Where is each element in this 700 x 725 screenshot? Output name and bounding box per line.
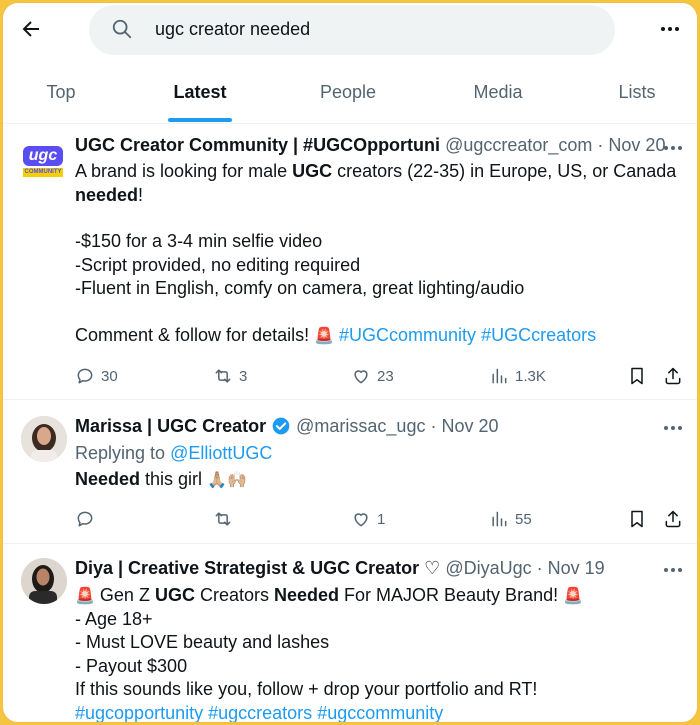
hashtag-ugccreators[interactable]: #ugccreators	[208, 703, 312, 722]
tweet-marissa[interactable]: Marissa | UGC Creator @marissac_ugc · No…	[3, 400, 697, 544]
retweet-button[interactable]: 3	[213, 364, 247, 388]
retweet-icon	[215, 512, 231, 526]
tweet-header: Marissa | UGC Creator @marissac_ugc · No…	[75, 416, 499, 437]
tweet-more-icon[interactable]	[663, 145, 683, 151]
handle[interactable]: @ugccreator_com	[445, 135, 592, 155]
search-query[interactable]: ugc creator needed	[155, 19, 310, 40]
tab-top[interactable]: Top	[21, 65, 101, 123]
siren-emoji: 🚨	[75, 588, 95, 605]
reply-icon	[77, 511, 93, 527]
search-box[interactable]: ugc creator needed	[89, 5, 615, 55]
more-options-icon[interactable]	[658, 17, 682, 41]
logo-text: ugc	[23, 146, 63, 166]
display-name[interactable]: UGC Creator Community | #UGCOpportuni	[75, 135, 440, 155]
top-bar: ugc creator needed	[3, 3, 697, 59]
app-frame: ugc creator needed Top Latest People Med…	[2, 2, 698, 723]
tweet-actions: 1 55	[75, 507, 687, 531]
bookmark-button[interactable]	[627, 507, 647, 531]
tweet-more-icon[interactable]	[663, 425, 683, 431]
tweet-diya[interactable]: Diya | Creative Strategist & UGC Creator…	[3, 544, 697, 723]
views-button[interactable]: 1.3K	[489, 364, 546, 388]
tweet-header: Diya | Creative Strategist & UGC Creator…	[75, 558, 605, 579]
handle[interactable]: @DiyaUgc	[445, 558, 531, 578]
reply-button[interactable]	[75, 507, 95, 531]
siren-emoji: 🚨	[314, 327, 335, 345]
bookmark-icon	[631, 367, 643, 385]
bookmark-icon	[631, 510, 643, 528]
tweet-more-icon[interactable]	[663, 567, 683, 573]
tab-bar: Top Latest People Media Lists	[3, 65, 697, 124]
tweet-header: UGC Creator Community | #UGCOpportuni @u…	[75, 135, 665, 156]
retweet-button[interactable]	[213, 507, 233, 531]
reply-mention[interactable]: @ElliottUGC	[170, 443, 272, 463]
verified-badge-icon	[272, 417, 290, 435]
hashtag-ugccommunity[interactable]: #UGCcommunity	[339, 325, 476, 345]
avatar[interactable]: ugc COMMUNITY	[21, 142, 65, 186]
hashtag-ugcopportunity[interactable]: #ugcopportunity	[75, 703, 203, 722]
active-tab-indicator	[168, 118, 232, 122]
handle[interactable]: @marissac_ugc	[296, 416, 425, 436]
tweet-text: Replying to @ElliottUGC Needed this girl…	[75, 443, 273, 489]
tweet-date[interactable]: · Nov 20	[430, 416, 498, 436]
like-button[interactable]: 23	[351, 364, 394, 388]
avatar-photo	[21, 416, 67, 462]
back-arrow-icon[interactable]	[19, 17, 43, 41]
heart-icon	[354, 370, 368, 384]
display-name[interactable]: Diya | Creative Strategist & UGC Creator	[75, 558, 419, 578]
avatar[interactable]	[21, 558, 67, 604]
retweet-icon	[215, 369, 231, 383]
logo-subtext: COMMUNITY	[23, 168, 63, 177]
tab-people[interactable]: People	[303, 65, 393, 123]
display-name[interactable]: Marissa | UGC Creator	[75, 416, 266, 436]
hashtag-ugccommunity[interactable]: #ugccommunity	[317, 703, 443, 722]
avatar[interactable]	[21, 416, 67, 462]
share-icon	[665, 367, 681, 385]
reply-icon	[77, 368, 93, 384]
avatar-photo	[21, 558, 67, 604]
share-button[interactable]	[663, 507, 683, 531]
views-icon	[492, 368, 507, 384]
share-button[interactable]	[663, 364, 683, 388]
views-icon	[492, 511, 507, 527]
siren-emoji: 🚨	[563, 588, 584, 605]
replying-label: Replying to	[75, 443, 171, 463]
reply-button[interactable]: 30	[75, 364, 118, 388]
tweet-date[interactable]: · Nov 20	[597, 135, 665, 155]
views-button[interactable]: 55	[489, 507, 532, 531]
tab-latest[interactable]: Latest	[155, 65, 245, 123]
share-icon	[665, 510, 681, 528]
search-icon	[112, 19, 132, 39]
tweet-ugc-community[interactable]: ugc COMMUNITY UGC Creator Community | #U…	[3, 124, 697, 400]
hashtag-ugccreators[interactable]: #UGCcreators	[481, 325, 596, 345]
heart-icon	[354, 513, 368, 527]
tweet-date[interactable]: · Nov 19	[537, 558, 605, 578]
heart-symbol: ♡	[424, 558, 441, 578]
bookmark-button[interactable]	[627, 364, 647, 388]
tweet-actions: 30 3 23 1.3K	[75, 364, 687, 388]
tweet-text: A brand is looking for male UGC creators…	[75, 161, 677, 345]
tweet-text: 🚨 Gen Z UGC Creators Needed For MAJOR Be…	[75, 585, 584, 723]
like-button[interactable]: 1	[351, 507, 385, 531]
tab-lists[interactable]: Lists	[597, 65, 677, 123]
hands-emoji: 🙏🏼🙌🏼	[207, 471, 247, 489]
tab-media[interactable]: Media	[453, 65, 543, 123]
